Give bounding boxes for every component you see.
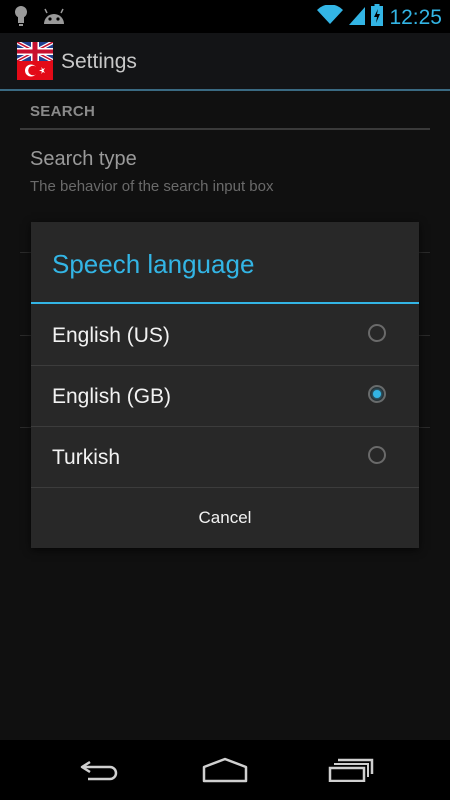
preference-title[interactable]: Search type (30, 148, 137, 171)
lightbulb-icon (14, 5, 28, 32)
cancel-label: Cancel (198, 508, 252, 527)
recent-apps-icon[interactable] (306, 740, 396, 800)
clock: 12:25 (389, 5, 442, 29)
option-english-gb[interactable]: English (GB) (31, 366, 419, 426)
dialog-title: Speech language (52, 249, 255, 279)
signal-icon (349, 5, 366, 30)
option-turkish[interactable]: Turkish (31, 427, 419, 487)
page-title: Settings (61, 50, 137, 73)
back-icon[interactable] (55, 740, 145, 800)
category-divider (20, 128, 430, 130)
status-bar: 12:25 (0, 0, 450, 33)
home-icon[interactable] (180, 740, 270, 800)
speech-language-dialog: Speech language English (US) English (GB… (31, 222, 419, 548)
option-label: English (GB) (52, 385, 172, 408)
radio-button[interactable] (368, 446, 386, 464)
option-label: English (US) (52, 324, 170, 347)
cancel-button[interactable]: Cancel (31, 488, 419, 548)
preference-summary: The behavior of the search input box (30, 178, 274, 195)
option-english-us[interactable]: English (US) (31, 305, 419, 365)
category-header: SEARCH (30, 103, 96, 120)
wifi-icon (317, 4, 344, 30)
radio-button[interactable] (368, 324, 386, 342)
uk-turkey-flag-icon[interactable] (16, 40, 54, 80)
dialog-title-divider (31, 302, 419, 304)
option-label: Turkish (52, 446, 121, 469)
battery-charging-icon (371, 4, 384, 31)
android-icon (42, 7, 66, 30)
radio-button-checked[interactable] (368, 385, 386, 403)
navigation-bar (0, 740, 450, 800)
